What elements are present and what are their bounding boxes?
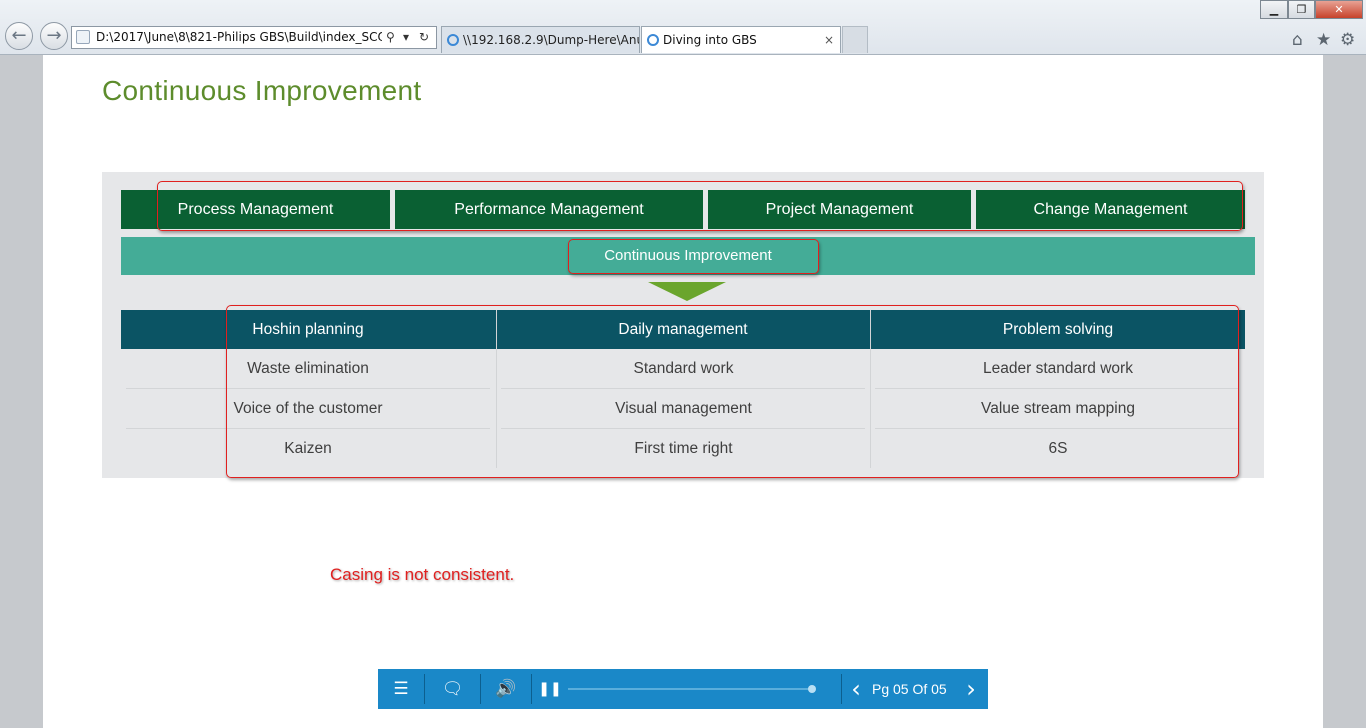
forward-button[interactable]: → (40, 22, 68, 50)
home-icon[interactable]: ⌂ (1292, 30, 1303, 50)
browser-tab-active[interactable]: Diving into GBS × (641, 26, 841, 53)
pause-icon[interactable]: ❚❚ (532, 669, 568, 709)
page-title: Continuous Improvement (102, 75, 422, 106)
window-close-button[interactable]: ✕ (1315, 0, 1363, 19)
annotation-box-ci-label (568, 239, 819, 274)
tab-close-icon[interactable]: × (824, 27, 834, 53)
ie-tab-icon (647, 34, 659, 46)
favorites-star-icon[interactable]: ★ (1316, 30, 1331, 50)
down-arrow-icon (648, 282, 726, 301)
ie-tab-icon (447, 34, 459, 46)
course-player-bar: ☰ 🗨 🔊 ❚❚ ‹ Pg 05 Of 05 › (378, 669, 988, 709)
volume-icon[interactable]: 🔊 (481, 669, 531, 709)
next-page-icon[interactable]: › (961, 669, 981, 709)
tab-label: Diving into GBS (663, 33, 757, 47)
address-dropdown-icon[interactable]: ▾ (403, 27, 409, 48)
address-url[interactable]: D:\2017\June\8\821-Philips GBS\Build\ind… (96, 27, 382, 48)
refresh-icon[interactable]: ↻ (419, 27, 429, 48)
new-tab-button[interactable] (842, 26, 868, 53)
browser-tab-dump[interactable]: \\192.168.2.9\Dump-Here\Anu... (441, 26, 640, 53)
annotation-box-management (157, 181, 1243, 231)
player-divider (841, 674, 842, 704)
progress-track[interactable] (568, 688, 812, 690)
page-favicon-icon (76, 30, 90, 44)
annotation-box-table (226, 305, 1239, 478)
browser-toolbar: ← → D:\2017\June\8\821-Philips GBS\Build… (0, 0, 1366, 55)
tab-label: \\192.168.2.9\Dump-Here\Anu... (463, 33, 640, 47)
address-bar[interactable]: D:\2017\June\8\821-Philips GBS\Build\ind… (71, 26, 437, 49)
course-content: Continuous Improvement Process Managemen… (43, 55, 1323, 728)
previous-page-icon[interactable]: ‹ (846, 669, 866, 709)
page-indicator: Pg 05 Of 05 (872, 681, 947, 697)
menu-icon[interactable]: ☰ (378, 669, 424, 709)
progress-knob[interactable] (808, 685, 816, 693)
settings-gear-icon[interactable]: ⚙ (1340, 30, 1355, 50)
window-maximize-button[interactable]: ❐ (1288, 0, 1315, 19)
search-icon[interactable]: ⚲ (386, 27, 395, 48)
back-button[interactable]: ← (5, 22, 33, 50)
window-minimize-button[interactable]: ▁ (1260, 0, 1288, 19)
review-note: Casing is not consistent. (330, 565, 515, 584)
transcript-icon[interactable]: 🗨 (425, 669, 480, 709)
